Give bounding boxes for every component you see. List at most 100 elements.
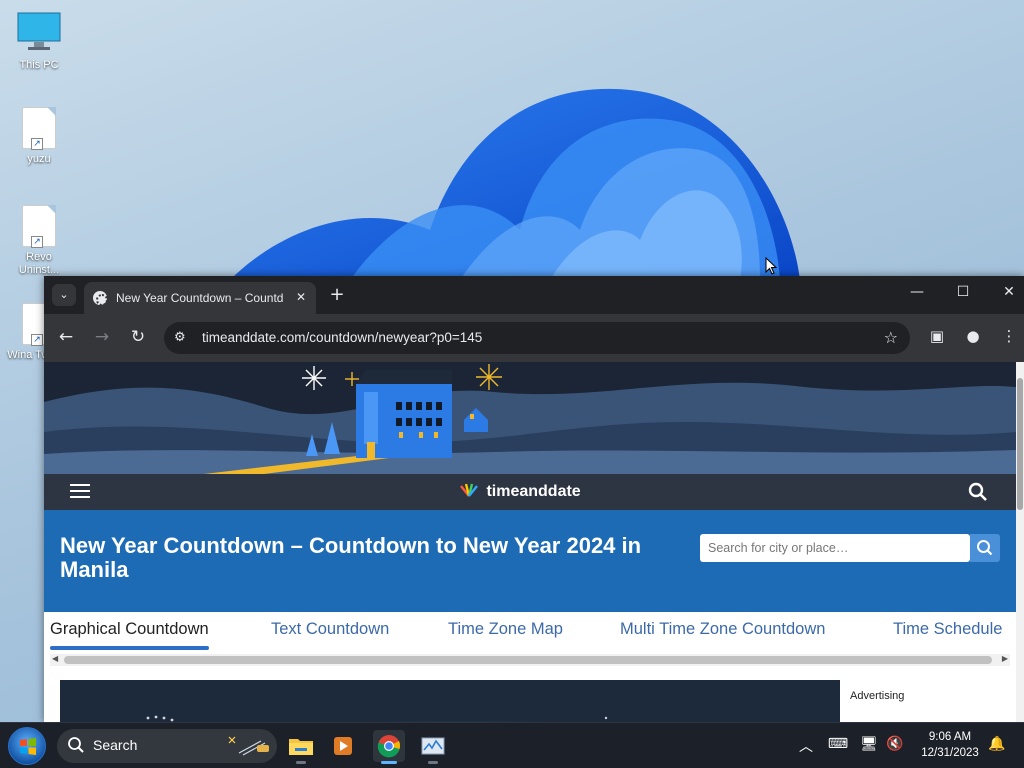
desktop-icon-label: This PC [19, 59, 59, 71]
tab-time-zone-map[interactable]: Time Zone Map [448, 620, 563, 639]
tab-text-countdown[interactable]: Text Countdown [271, 620, 389, 639]
tab-search-button[interactable]: ⌄ [52, 284, 76, 306]
arrow-right-icon: → [94, 327, 110, 347]
shortcut-arrow-icon: ↗ [31, 138, 43, 150]
search-icon [68, 737, 84, 753]
search-icon [977, 540, 993, 556]
desktop-icon-revo[interactable]: ↗ Revo Uninst... [7, 205, 71, 277]
reload-icon: ↻ [130, 327, 146, 347]
bell-icon: 🔔 [988, 736, 1006, 752]
taskbar-search[interactable]: Search [57, 729, 277, 763]
more-vert-icon: ⋮ [1001, 327, 1017, 345]
keyboard-icon: ⌨ [827, 736, 849, 752]
new-tab-button[interactable]: + [326, 284, 348, 305]
keyboard-button[interactable]: ⌨ [827, 736, 849, 752]
mouse-cursor-icon [765, 257, 777, 275]
scrollbar-thumb[interactable] [1017, 378, 1023, 510]
wallpaper-bloom [230, 88, 800, 280]
taskbar-media-player[interactable] [327, 730, 359, 762]
site-logo[interactable]: timeanddate [458, 482, 581, 501]
page-title: New Year Countdown – Countdown to New Ye… [60, 533, 642, 582]
site-navbar: timeanddate [44, 474, 1016, 510]
taskbar-file-explorer[interactable] [285, 730, 317, 764]
clock-time: 9:06 AM [928, 731, 972, 743]
scroll-right-icon[interactable]: ▶ [1002, 654, 1008, 663]
monitor-icon [17, 12, 61, 50]
hamburger-menu-icon[interactable] [70, 484, 90, 502]
bookmark-star-icon[interactable]: ☆ [884, 328, 898, 347]
advertising-label: Advertising [850, 690, 905, 702]
profile-button[interactable]: ● [962, 327, 984, 345]
volume-button[interactable]: 🔇 [884, 736, 906, 752]
desktop-icon-label: yuzu [27, 153, 51, 165]
timeanddate-favicon-icon [93, 291, 108, 306]
countdown-graphic [60, 680, 840, 722]
timeanddate-logo-icon [460, 483, 478, 497]
arrow-left-icon: ← [58, 327, 74, 347]
start-button[interactable] [8, 727, 46, 765]
logo-text: timeanddate [486, 483, 581, 500]
reload-button[interactable]: ↻ [126, 327, 150, 347]
taskbar-clock[interactable]: 9:06 AM 12/31/2023 [912, 729, 988, 761]
clock-date: 12/31/2023 [921, 747, 979, 759]
tab-graphical-countdown[interactable]: Graphical Countdown [50, 620, 209, 650]
plus-icon: + [329, 284, 345, 305]
network-icon: 🖥 [860, 736, 878, 752]
windows-logo-icon [20, 738, 36, 755]
maximize-button[interactable]: ☐ [948, 284, 978, 300]
city-search-field[interactable] [700, 534, 970, 562]
close-tab-icon[interactable]: ✕ [296, 290, 306, 304]
chrome-menu-button[interactable]: ⋮ [998, 327, 1020, 345]
fireworks-highlight-icon [228, 736, 269, 756]
desktop-icon-this-pc[interactable]: This PC [7, 12, 71, 72]
search-icon[interactable] [968, 482, 988, 502]
side-panel-button[interactable]: ▣ [926, 327, 948, 345]
chevron-up-icon: ︿ [799, 739, 813, 755]
city-search-button[interactable] [970, 534, 1000, 562]
running-indicator [296, 761, 306, 764]
city-search-input[interactable] [700, 534, 968, 562]
address-bar[interactable]: ⚙ timeanddate.com/countdown/newyear?p0=1… [164, 322, 910, 354]
taskbar: Search ︿ ⌨ 🖥 🔇 9:06 AM 12/31/2023 🔔 [0, 722, 1024, 768]
network-button[interactable]: 🖥 [858, 736, 880, 752]
browser-tab-active[interactable]: New Year Countdown – Countdown to New Ye… [84, 282, 316, 314]
minimize-button[interactable]: — [902, 284, 932, 300]
countdown-tabs: Graphical Countdown Text Countdown Time … [44, 612, 1016, 652]
profile-icon: ● [966, 327, 980, 345]
desktop-icon-yuzu[interactable]: ↗ yuzu [7, 107, 71, 166]
performance-monitor-icon [421, 737, 445, 755]
side-panel-icon: ▣ [929, 327, 945, 345]
taskbar-chrome[interactable] [373, 730, 405, 764]
tab-strip: ⌄ New Year Countdown – Countdown to New … [44, 276, 1024, 314]
site-settings-icon[interactable]: ⚙ [174, 330, 186, 345]
shortcut-arrow-icon: ↗ [31, 334, 43, 346]
close-window-button[interactable]: ✕ [994, 284, 1024, 300]
active-indicator [381, 761, 397, 764]
taskbar-task-manager[interactable] [417, 730, 449, 764]
tab-time-schedule[interactable]: Time Schedule [893, 620, 1002, 639]
taskbar-search-label: Search [93, 737, 138, 753]
shortcut-arrow-icon: ↗ [31, 236, 43, 248]
page-viewport: timeanddate New Year Countdown – Countdo… [44, 362, 1016, 722]
volume-muted-icon: 🔇 [886, 736, 904, 752]
running-indicator [428, 761, 438, 764]
page-vertical-scrollbar[interactable] [1016, 362, 1024, 722]
forward-button[interactable]: → [90, 327, 114, 347]
tab-title: New Year Countdown – Countdown to New Ye… [116, 291, 284, 305]
show-hidden-icons-button[interactable]: ︿ [795, 736, 817, 756]
tabs-horizontal-scrollbar[interactable]: ◀ ▶ [50, 654, 1010, 666]
media-player-icon [334, 737, 352, 755]
url-text[interactable]: timeanddate.com/countdown/newyear?p0=145 [202, 330, 482, 345]
back-button[interactable]: ← [54, 327, 78, 347]
file-icon: ↗ [22, 205, 56, 248]
desktop-icon-label: Revo Uninst... [18, 251, 60, 276]
scroll-left-icon[interactable]: ◀ [52, 654, 58, 663]
folder-icon [289, 739, 313, 755]
minimize-icon: — [910, 284, 924, 300]
chevron-down-icon: ⌄ [59, 288, 69, 301]
notifications-button[interactable]: 🔔 [986, 736, 1008, 752]
browser-toolbar: ← → ↻ ⚙ timeanddate.com/countdown/newyea… [44, 314, 1024, 362]
scrollbar-thumb[interactable] [64, 656, 992, 664]
file-icon: ↗ [22, 107, 56, 150]
tab-multi-time-zone-countdown[interactable]: Multi Time Zone Countdown [620, 620, 825, 639]
